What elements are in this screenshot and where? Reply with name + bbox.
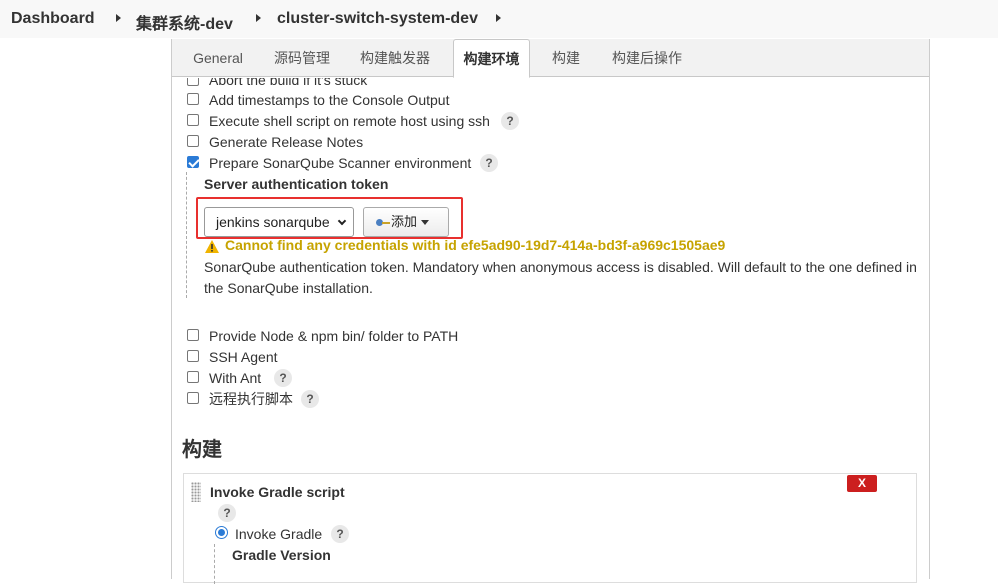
help-icon[interactable]: ? bbox=[331, 525, 349, 543]
annotation-highlight-box bbox=[196, 197, 463, 239]
checkbox-abort-stuck[interactable] bbox=[187, 78, 199, 86]
checkbox-remote-ssh[interactable] bbox=[187, 114, 199, 126]
breadcrumb: Dashboard 集群系统-dev cluster-switch-system… bbox=[0, 0, 998, 38]
gradle-version-label: Gradle Version bbox=[232, 547, 331, 563]
tab-scm[interactable]: 源码管理 bbox=[264, 39, 340, 77]
option-label: With Ant bbox=[209, 370, 262, 386]
chevron-right-icon[interactable] bbox=[496, 14, 501, 22]
delete-step-button[interactable]: X bbox=[847, 475, 877, 492]
help-icon[interactable]: ? bbox=[301, 390, 319, 408]
checkbox-with-ant[interactable] bbox=[187, 371, 199, 383]
option-label: Add timestamps to the Console Output bbox=[209, 92, 450, 108]
help-icon[interactable]: ? bbox=[501, 112, 519, 130]
tab-triggers[interactable]: 构建触发器 bbox=[350, 39, 440, 77]
radio-invoke-gradle[interactable] bbox=[215, 526, 228, 539]
credentials-warning: Cannot find any credentials with id efe5… bbox=[225, 237, 726, 253]
help-icon[interactable]: ? bbox=[274, 369, 292, 387]
checkbox-remote-script[interactable] bbox=[187, 392, 199, 404]
config-tabbar: General 源码管理 构建触发器 构建环境 构建 构建后操作 bbox=[172, 39, 929, 78]
warning-icon bbox=[205, 240, 219, 253]
chevron-right-icon[interactable] bbox=[256, 14, 261, 22]
checkbox-timestamps[interactable] bbox=[187, 93, 199, 105]
checkbox-sonarqube[interactable] bbox=[187, 156, 199, 168]
option-label: Execute shell script on remote host usin… bbox=[209, 113, 490, 129]
tab-post-build[interactable]: 构建后操作 bbox=[602, 39, 692, 77]
option-label: SSH Agent bbox=[209, 349, 278, 365]
checkbox-ssh-agent[interactable] bbox=[187, 350, 199, 362]
help-icon[interactable]: ? bbox=[218, 504, 236, 522]
checkbox-node-npm[interactable] bbox=[187, 329, 199, 341]
tab-build[interactable]: 构建 bbox=[542, 39, 590, 77]
build-step-gradle: Invoke Gradle script X ? Invoke Gradle ?… bbox=[183, 473, 917, 584]
chevron-right-icon[interactable] bbox=[116, 14, 121, 22]
option-label: 远程执行脚本 bbox=[209, 391, 293, 407]
nested-guide-line bbox=[214, 544, 215, 584]
token-description: SonarQube authentication token. Mandator… bbox=[204, 259, 917, 296]
build-step-title: Invoke Gradle script bbox=[210, 484, 345, 500]
option-label: Prepare SonarQube Scanner environment bbox=[209, 155, 472, 171]
option-label: Generate Release Notes bbox=[209, 134, 364, 150]
drag-handle-icon[interactable] bbox=[191, 482, 201, 502]
option-label: Provide Node & npm bin/ folder to PATH bbox=[209, 328, 459, 344]
tab-build-environment[interactable]: 构建环境 bbox=[453, 39, 530, 78]
help-icon[interactable]: ? bbox=[480, 154, 498, 172]
nested-guide-line bbox=[186, 172, 187, 298]
breadcrumb-dashboard[interactable]: Dashboard bbox=[11, 10, 95, 28]
token-label: Server authentication token bbox=[204, 176, 389, 192]
checkbox-release-notes[interactable] bbox=[187, 135, 199, 147]
breadcrumb-folder[interactable]: 集群系统-dev bbox=[136, 10, 233, 34]
section-title-build: 构建 bbox=[182, 439, 222, 461]
option-label: Abort the build if it's stuck bbox=[209, 78, 368, 88]
clipped-row-container: Abort the build if it's stuck bbox=[172, 78, 929, 90]
tab-general[interactable]: General bbox=[182, 39, 254, 77]
breadcrumb-job[interactable]: cluster-switch-system-dev bbox=[277, 10, 478, 28]
